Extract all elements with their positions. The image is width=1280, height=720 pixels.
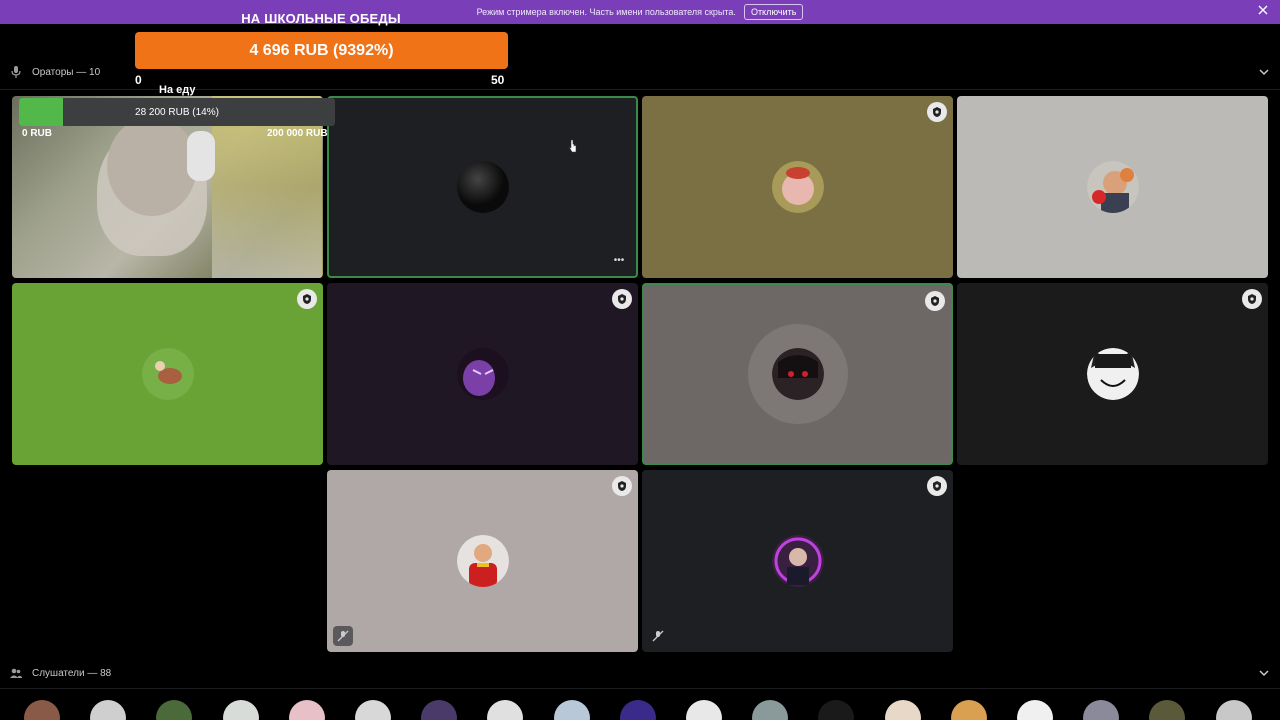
- shield-icon: [612, 476, 632, 496]
- speaker-tile-6[interactable]: [327, 283, 638, 465]
- avatar: [771, 535, 824, 587]
- listeners-header[interactable]: Слушатели — 88: [10, 665, 1272, 681]
- streamer-mode-notice: Режим стримера включен. Часть имени поль…: [476, 7, 736, 17]
- speaker-tile-7[interactable]: [642, 283, 953, 465]
- chevron-down-icon[interactable]: [1258, 666, 1270, 678]
- microphone-muted-icon: [333, 626, 353, 646]
- listener-avatar[interactable]: [222, 700, 259, 720]
- listener-avatar[interactable]: [421, 700, 458, 720]
- listener-avatar[interactable]: [1149, 700, 1186, 720]
- avatar: [141, 348, 194, 400]
- donation-title: НА ШКОЛЬНЫЕ ОБЕДЫ: [241, 11, 401, 26]
- listener-avatar[interactable]: [950, 700, 987, 720]
- listener-avatar[interactable]: [553, 700, 590, 720]
- shield-icon: [927, 476, 947, 496]
- speaker-tile-4[interactable]: [957, 96, 1268, 278]
- listener-avatar[interactable]: [884, 700, 921, 720]
- listener-avatar[interactable]: [90, 700, 127, 720]
- close-icon[interactable]: [1258, 4, 1268, 18]
- shield-icon: [297, 289, 317, 309]
- speaker-tile-10[interactable]: [642, 470, 953, 652]
- donation-max: 50: [491, 73, 505, 87]
- headphones: [187, 131, 215, 181]
- chevron-down-icon[interactable]: [1258, 65, 1270, 77]
- divider: [0, 688, 1280, 689]
- speakers-label: Ораторы — 10: [32, 66, 101, 78]
- users-icon: [10, 667, 22, 679]
- donation-amount: 4 696 RUB (9392%): [249, 41, 394, 59]
- listener-avatar[interactable]: [752, 700, 789, 720]
- listener-avatar[interactable]: [288, 700, 325, 720]
- shield-icon: [927, 102, 947, 122]
- speaker-tile-9[interactable]: [327, 470, 638, 652]
- microphone-icon: [10, 66, 22, 78]
- listeners-row: [24, 700, 1264, 720]
- goal-max: 200 000 RUB: [267, 128, 328, 139]
- listener-avatar[interactable]: [686, 700, 722, 720]
- avatar: [456, 535, 509, 587]
- speaker-tile-3[interactable]: [642, 96, 953, 278]
- listener-avatar[interactable]: [24, 700, 60, 720]
- listener-avatar[interactable]: [619, 700, 656, 720]
- goal-label: На еду: [159, 84, 196, 96]
- donation-progress-bar: 4 696 RUB (9392%): [135, 32, 508, 69]
- listener-avatar[interactable]: [1215, 700, 1252, 720]
- webcam-head: [107, 116, 197, 216]
- speaker-tile-2[interactable]: •••: [327, 96, 638, 278]
- donation-min: 0: [135, 73, 142, 87]
- goal-progress-bar: 28 200 RUB (14%): [19, 98, 335, 126]
- goal-min: 0 RUB: [22, 128, 53, 139]
- listener-avatar[interactable]: [156, 700, 193, 720]
- listener-avatar[interactable]: [1017, 700, 1053, 720]
- disable-streamer-mode-button[interactable]: Отключить: [743, 4, 804, 20]
- shield-icon: [925, 291, 945, 311]
- listener-avatar[interactable]: [487, 700, 524, 720]
- cursor-icon: [568, 139, 578, 153]
- listener-avatar[interactable]: [818, 700, 855, 720]
- avatar: [1086, 161, 1139, 213]
- avatar: [771, 161, 824, 213]
- more-options-icon[interactable]: •••: [610, 256, 628, 270]
- avatar: [1086, 348, 1139, 400]
- listeners-label: Слушатели — 88: [32, 667, 112, 679]
- avatar: [771, 348, 824, 400]
- speaker-tile-8[interactable]: [957, 283, 1268, 465]
- avatar: [456, 161, 509, 213]
- goal-amount: 28 200 RUB (14%): [135, 106, 219, 118]
- listener-avatar[interactable]: [355, 700, 391, 720]
- shield-icon: [612, 289, 632, 309]
- speaker-tile-5[interactable]: [12, 283, 323, 465]
- shield-icon: [1242, 289, 1262, 309]
- microphone-muted-icon: [648, 626, 668, 646]
- avatar: [456, 348, 509, 400]
- listener-avatar[interactable]: [1083, 700, 1120, 720]
